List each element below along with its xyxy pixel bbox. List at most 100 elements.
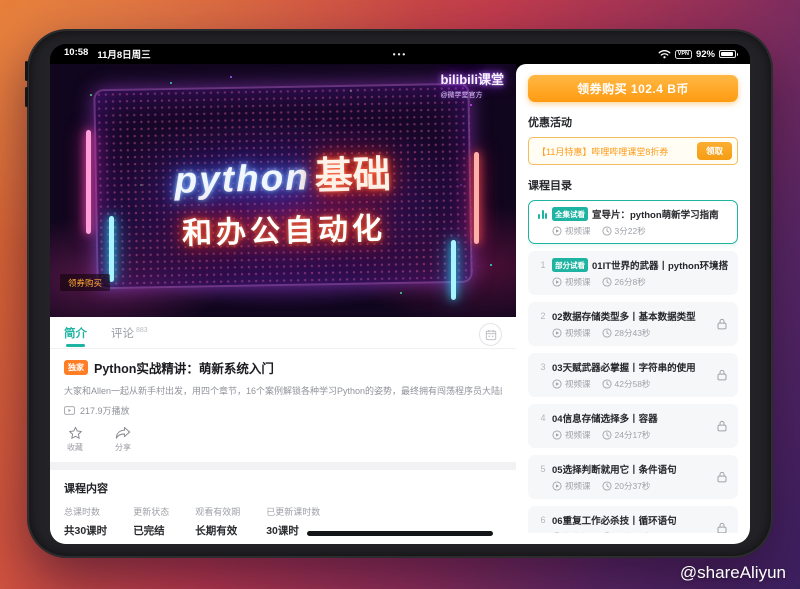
lesson-duration: 28分43秒 [615,327,651,339]
lesson-meta: 视频课 28分43秒 [538,327,728,339]
lesson-list: 全集试看宣导片：python萌新学习指南视频课3分22秒1部分试看01IT世界的… [528,200,738,533]
logo-subtitle: @微学堂官方 [440,90,504,100]
course-description: 大家和Allen一起从新手村出发，用四个章节，16个案例解锁各种学习Python… [64,384,502,397]
battery-icon [719,50,736,58]
lesson-duration: 42分58秒 [615,378,651,390]
exclusive-badge: 独家 [64,360,88,375]
status-time: 10:58 [64,47,88,61]
clock-icon [602,277,612,287]
clock-icon [602,481,612,491]
favorite-button[interactable]: 收藏 [67,426,83,453]
lesson-index: 5 [538,464,548,474]
lesson-type: 视频课 [565,531,591,533]
bilibili-classroom-logo: bilibili课堂 @微学堂官方 [440,69,504,100]
lock-icon [716,522,728,534]
playing-bars-icon [538,210,548,219]
lock-icon [716,369,728,382]
trial-badge: 全集试看 [552,207,588,221]
catalog-heading: 课程目录 [528,177,738,193]
purchase-sidebar: 领券购买 102.4 B币 优惠活动 【11月特惠】哔哩哔哩课堂8折券 领取 课… [516,64,750,544]
lock-icon [716,318,728,331]
share-button[interactable]: 分享 [115,426,131,453]
watermark: @shareAliyun [680,563,786,583]
ipad-screen: 10:58 11月8日周三 ••• VPN 92% [50,44,750,544]
lesson-duration: 24分17秒 [615,429,651,441]
play-circle-icon [552,226,562,236]
volume-down-button [25,87,28,107]
share-icon [115,426,131,440]
status-date: 11月8日周三 [97,47,150,61]
lesson-meta: 视频课 26分8秒 [538,276,728,288]
trial-badge: 部分试看 [552,258,588,272]
lesson-type: 视频课 [565,429,591,441]
lesson-item[interactable]: 404信息存储选择多丨容器视频课24分17秒 [528,404,738,448]
lesson-duration: 25分32秒 [615,531,651,533]
star-icon [68,426,83,440]
lesson-item[interactable]: 5 05选择判断就用它丨条件语句视频课 20分37秒 [528,455,738,499]
coupon-banner: 【11月特惠】哔哩哔哩课堂8折券 领取 [528,137,738,165]
lesson-item[interactable]: 303天赋武器必掌握丨字符串的使用视频课42分58秒 [528,353,738,397]
play-circle-icon [552,430,562,440]
cover-title-cn: 基础 [314,143,391,200]
vpn-badge: VPN [675,50,692,59]
lesson-duration: 20分37秒 [615,480,651,492]
tab-intro[interactable]: 简介 [64,325,87,348]
comments-count: 883 [136,327,148,334]
photo-background: 10:58 11月8日周三 ••• VPN 92% [0,0,800,589]
lesson-item[interactable]: 全集试看宣导片：python萌新学习指南视频课 3分22秒 [528,200,738,244]
lesson-index: 3 [538,362,548,372]
lesson-type: 视频课 [565,327,591,339]
lesson-type: 视频课 [565,378,591,390]
lesson-title: 04信息存储选择多丨容器 [552,411,658,425]
lesson-type: 视频课 [565,480,591,492]
lesson-title: 02数据存储类型多丨基本数据类型 [552,309,696,323]
lesson-item[interactable]: 6 06重复工作必杀技丨循环语句视频课 25分32秒 [528,506,738,533]
lesson-meta: 视频课 25分32秒 [538,531,728,533]
stat-update-status: 更新状态 已完结 [133,505,169,538]
calendar-icon [485,329,497,341]
lesson-duration: 3分22秒 [615,225,646,237]
calendar-button[interactable] [479,323,502,346]
multitask-dots-icon[interactable]: ••• [393,50,407,59]
course-info-section: 独家 Python实战精讲：萌新系统入门 大家和Allen一起从新手村出发，用四… [50,349,516,462]
lesson-title: 01IT世界的武器丨python环境搭建_第一个 [592,258,728,272]
status-bar: 10:58 11月8日周三 ••• VPN 92% [50,44,750,64]
lesson-type: 视频课 [565,276,591,288]
lesson-meta: 视频课 3分22秒 [538,225,728,237]
lesson-item[interactable]: 2 02数据存储类型多丨基本数据类型视频课 28分43秒 [528,302,738,346]
clock-icon [602,532,612,533]
course-title: Python实战精讲：萌新系统入门 [94,358,274,377]
claim-coupon-button[interactable]: 领取 [697,142,732,160]
lesson-title: 06重复工作必杀技丨循环语句 [552,513,677,527]
buy-with-coupon-button[interactable]: 领券购买 102.4 B币 [528,75,738,102]
lesson-meta: 视频课 24分17秒 [538,429,728,441]
lesson-index: 2 [538,311,548,321]
lesson-item[interactable]: 1 部分试看 01IT世界的武器丨python环境搭建_第一个视频课 26分8秒 [528,251,738,295]
lesson-title: 宣导片：python萌新学习指南 [592,207,719,221]
home-indicator[interactable] [307,531,493,536]
cover-coupon-tag[interactable]: 领券购买 [60,274,110,291]
lesson-meta: 视频课 42分58秒 [538,378,728,390]
cover-title: python 基础 和办公自动化 [50,64,516,317]
course-video-player[interactable]: python 基础 和办公自动化 bilibili课堂 @微学堂官方 领券购买 [50,64,516,317]
stat-valid-period: 观看有效期 长期有效 [195,505,240,538]
play-count-icon [64,406,75,415]
clock-icon [602,328,612,338]
lesson-index: 6 [538,515,548,525]
stat-total-lessons: 总课时数 共30课时 [64,505,107,538]
favorite-label: 收藏 [67,442,83,453]
lock-icon [716,471,728,484]
play-circle-icon [552,532,562,533]
play-circle-icon [552,481,562,491]
lesson-duration: 26分8秒 [615,276,646,288]
lesson-index: 1 [538,260,548,270]
lesson-type: 视频课 [565,225,591,237]
promo-heading: 优惠活动 [528,114,738,130]
tab-comments[interactable]: 评论883 [111,325,148,348]
clock-icon [602,226,612,236]
lesson-title: 05选择判断就用它丨条件语句 [552,462,677,476]
coupon-text: 【11月特惠】哔哩哔哩课堂8折券 [537,145,691,158]
play-circle-icon [552,379,562,389]
play-circle-icon [552,277,562,287]
course-content-heading: 课程内容 [64,480,502,496]
